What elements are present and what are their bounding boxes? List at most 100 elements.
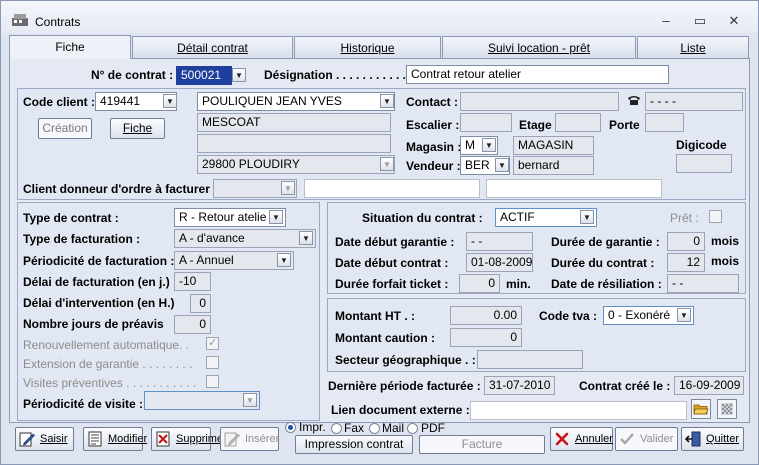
client-code-dropdown[interactable]: ▼ [163,94,177,108]
visites-preventives-checkbox[interactable] [206,375,219,388]
delete-icon [156,431,170,447]
situation-dropdown[interactable]: ▼ [580,210,594,224]
valider-button[interactable]: Valider [615,427,678,451]
creation-button[interactable]: Création [38,118,92,139]
delai-intervention-field[interactable]: 0 [190,294,211,313]
edit-icon [19,432,35,447]
extension-garantie-checkbox[interactable] [206,356,219,369]
tab-detail-contrat[interactable]: Détail contrat [132,36,293,58]
debut-contrat-field[interactable]: 01-08-2009 [466,253,533,272]
mail-radio[interactable] [369,423,380,434]
periodicite-field[interactable]: A - Annuel [174,251,294,270]
code-tva-label: Code tva : [539,309,598,323]
quitter-button[interactable]: Quitter [681,427,744,451]
inserer-button[interactable]: Insérer [220,427,279,451]
client-name-field[interactable]: POULIQUEN JEAN YVES [197,92,395,111]
vendeur-dropdown[interactable]: ▼ [495,158,509,172]
phone-icon [628,96,640,105]
code-tva-dropdown[interactable]: ▼ [677,308,691,322]
saisir-label: Saisir [40,433,68,445]
magasin-dropdown[interactable]: ▼ [482,138,496,152]
duree-contrat-field[interactable]: 12 [667,253,705,272]
preavis-label: Nombre jours de préavis [23,317,164,331]
facturation-type-field[interactable]: A - d'avance [174,229,316,248]
modifier-button[interactable]: Modifier [83,427,147,451]
pdf-radio[interactable] [407,423,418,434]
mail-label: Mail [382,421,405,435]
impr-radio[interactable] [285,422,296,433]
close-button[interactable]: ✕ [723,13,745,29]
etage-field[interactable] [555,113,601,132]
duree-contrat-unit: mois [711,254,740,268]
escalier-field[interactable] [460,113,512,132]
contract-type-dropdown[interactable]: ▼ [269,210,283,224]
pret-checkbox[interactable] [709,210,722,223]
forfait-ticket-unit: min. [506,277,531,291]
maximize-button[interactable]: ▭ [689,13,711,29]
phone-field[interactable]: - - - - [645,92,743,111]
valider-label: Valider [640,433,674,445]
title-bar: Contrats – ▭ ✕ [1,1,758,33]
facture-button[interactable]: Facture [419,435,545,454]
client-city-dropdown[interactable]: ▼ [380,157,394,171]
montant-caution-field[interactable]: 0 [450,328,522,347]
donneur-extra-field[interactable] [486,179,662,198]
montant-ht-label: Montant HT . : [335,309,415,323]
annuler-button[interactable]: Annuler [550,427,613,451]
delai-facturation-field[interactable]: -10 [174,272,211,291]
client-code-label: Code client : [23,95,96,109]
lien-document-field[interactable] [470,401,687,420]
duree-contrat-label: Durée du contrat : [551,256,655,270]
client-address1-field: MESCOAT [197,113,391,132]
montant-caution-label: Montant caution : [335,331,435,345]
tab-suivi-location[interactable]: Suivi location - prêt [442,36,636,58]
montant-ht-field[interactable]: 0.00 [450,306,522,325]
saisir-button[interactable]: Saisir [15,427,74,451]
donneur-name-field[interactable] [304,179,480,198]
secteur-field[interactable] [477,350,583,369]
lien-document-label: Lien document externe : [331,403,470,417]
donneur-dropdown[interactable]: ▼ [281,181,295,195]
tab-liste[interactable]: Liste [637,36,749,58]
resiliation-label: Date de résiliation : [551,277,662,291]
renouvellement-label: Renouvellement automatique. . [23,338,190,352]
periodicite-visite-dropdown[interactable]: ▼ [243,393,257,407]
pdf-label: PDF [421,421,445,435]
delai-facturation-label: Délai de facturation (en j.) [23,275,170,289]
document-link-icon[interactable] [717,399,737,419]
annuler-label: Annuler [575,433,613,445]
renouvellement-checkbox[interactable]: ✓ [206,337,219,350]
porte-field[interactable] [645,113,684,132]
designation-field[interactable]: Contrat retour atelier [406,65,669,84]
client-name-dropdown[interactable]: ▼ [380,94,394,108]
impression-contrat-button[interactable]: Impression contrat [295,435,413,454]
modifier-label: Modifier [108,433,148,445]
insert-icon [224,432,240,447]
contact-field[interactable] [460,92,619,111]
tab-fiche[interactable]: Fiche [9,35,131,59]
preavis-field[interactable]: 0 [174,315,211,334]
pret-label: Prêt : [670,211,699,225]
impr-label: Impr. [299,420,326,434]
resiliation-field[interactable]: - - [667,274,739,293]
vendeur-label: Vendeur : [406,159,461,173]
donneur-label: Client donneur d'ordre à facturer [23,182,210,196]
debut-garantie-field[interactable]: - - [466,232,533,251]
fiche-button[interactable]: Fiche [110,118,165,139]
contract-number-field[interactable]: 500021 [176,66,232,85]
fax-radio[interactable] [331,423,342,434]
digicode-field[interactable] [676,154,732,173]
folder-open-icon[interactable] [691,399,711,419]
derniere-periode-label: Dernière période facturée : [328,379,481,393]
contract-number-dropdown[interactable]: ▼ [232,68,246,82]
situation-label: Situation du contrat : [362,211,483,225]
tab-historique[interactable]: Historique [294,36,441,58]
facturation-type-dropdown[interactable]: ▼ [299,231,313,245]
duree-garantie-field[interactable]: 0 [667,232,705,251]
supprimer-button[interactable]: Supprimer [151,427,227,451]
periodicite-dropdown[interactable]: ▼ [277,253,291,267]
digicode-label: Digicode [676,138,727,152]
document-edit-icon [88,431,102,447]
minimize-button[interactable]: – [655,13,677,29]
forfait-ticket-field[interactable]: 0 [459,274,500,293]
